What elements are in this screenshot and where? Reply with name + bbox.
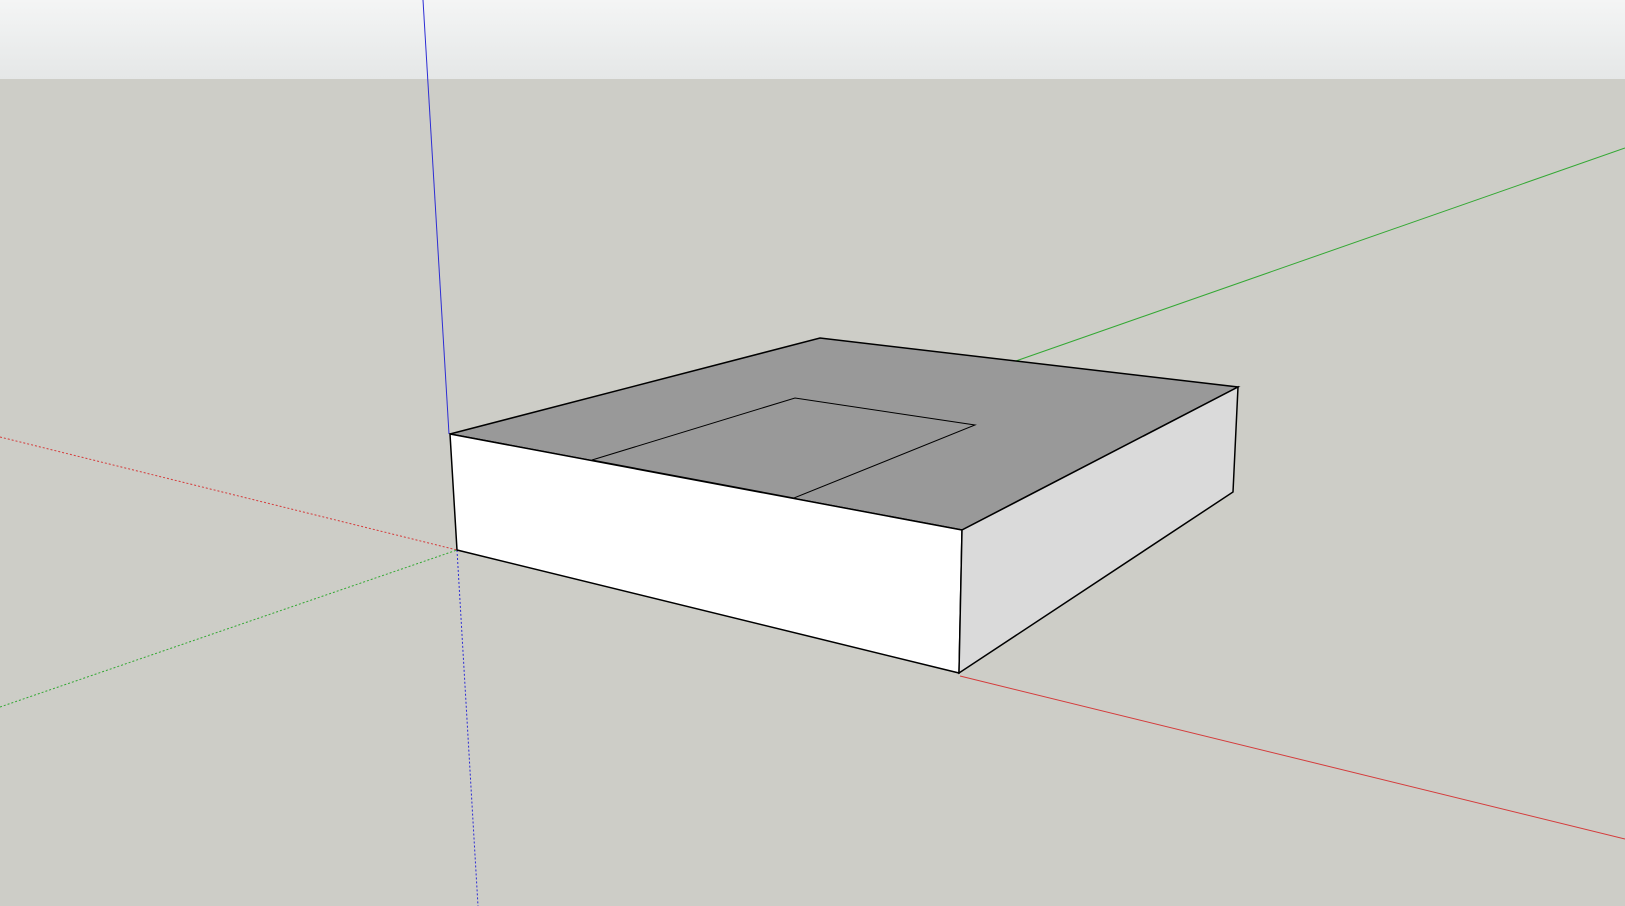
- scene-canvas[interactable]: [0, 0, 1625, 906]
- modeling-viewport[interactable]: [0, 0, 1625, 906]
